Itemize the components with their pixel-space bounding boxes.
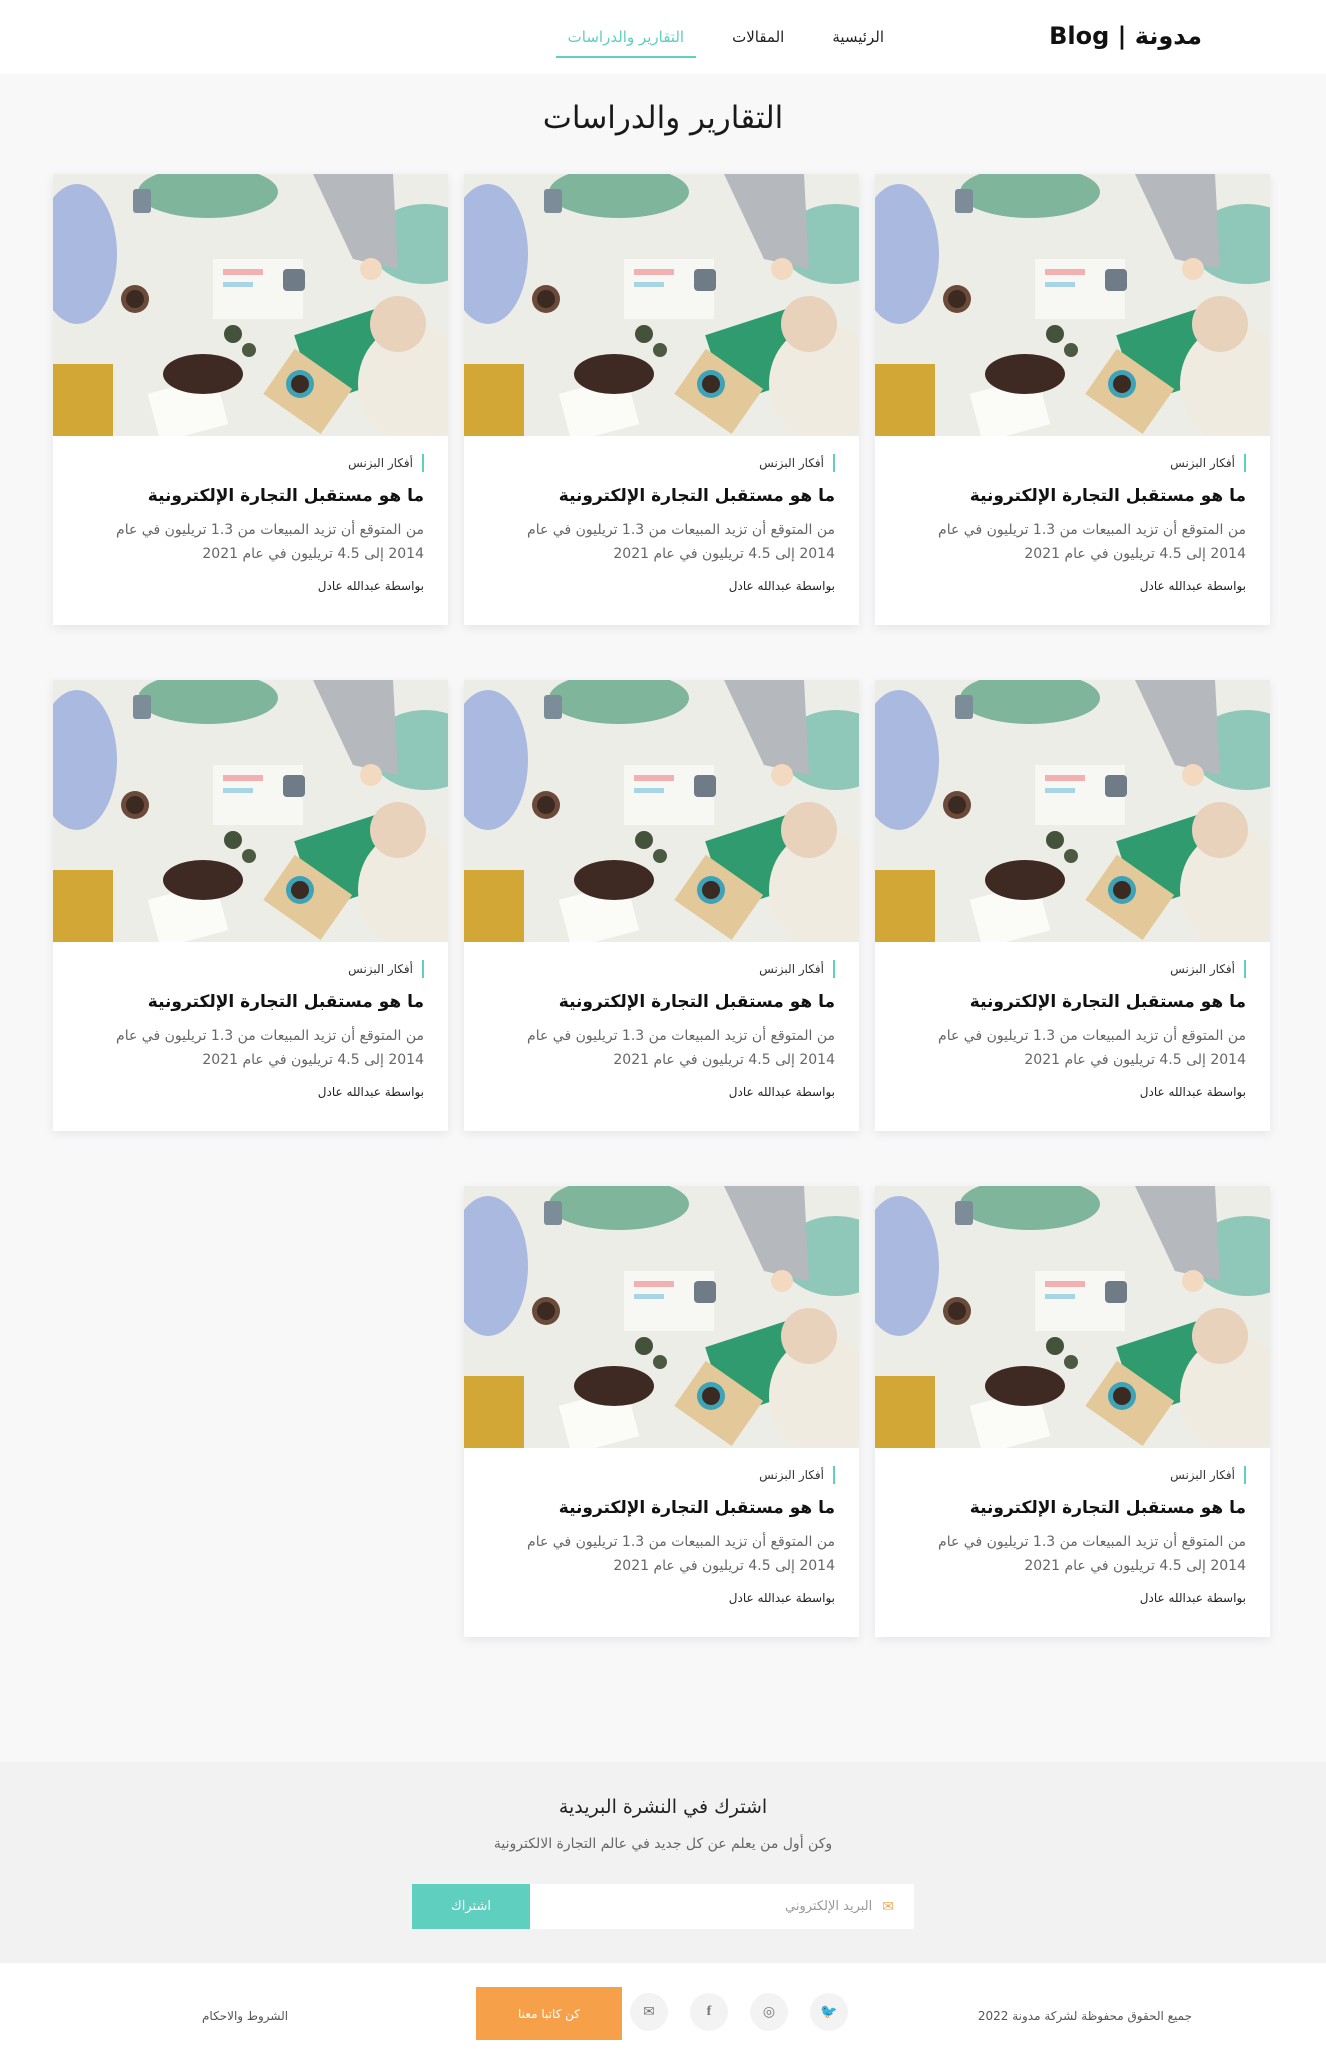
- article-card[interactable]: أفكار البزنس ما هو مستقبل التجارة الإلكت…: [464, 680, 859, 1131]
- article-title[interactable]: ما هو مستقبل التجارة الإلكترونية: [488, 992, 835, 1012]
- article-excerpt: من المتوقع أن تزيد المبيعات من 1.3 تريلي…: [116, 522, 424, 562]
- article-image: [464, 174, 859, 436]
- newsletter-form: اشتراك ✉ البريد الإلكتروني: [412, 1884, 914, 1929]
- article-card[interactable]: أفكار البزنس ما هو مستقبل التجارة الإلكت…: [875, 1186, 1270, 1637]
- facebook-icon[interactable]: f: [690, 1993, 728, 2031]
- social-links: ✉ f ◎ 🐦: [630, 1993, 848, 2031]
- article-excerpt: من المتوقع أن تزيد المبيعات من 1.3 تريلي…: [938, 522, 1246, 562]
- article-card[interactable]: أفكار البزنس ما هو مستقبل التجارة الإلكت…: [464, 174, 859, 625]
- article-category[interactable]: أفكار البزنس: [348, 960, 424, 978]
- article-image: [464, 1186, 859, 1448]
- article-card[interactable]: أفكار البزنس ما هو مستقبل التجارة الإلكت…: [464, 1186, 859, 1637]
- twitter-icon[interactable]: 🐦: [810, 1993, 848, 2031]
- article-title[interactable]: ما هو مستقبل التجارة الإلكترونية: [488, 1498, 835, 1518]
- copyright-text: جميع الحقوق محفوظة لشركة مدونة 2022: [977, 2009, 1192, 2023]
- mail-icon: ✉: [882, 1898, 894, 1915]
- email-input[interactable]: ✉ البريد الإلكتروني: [530, 1884, 914, 1929]
- article-image: [53, 680, 448, 942]
- instagram-icon[interactable]: ◎: [750, 1993, 788, 2031]
- article-title[interactable]: ما هو مستقبل التجارة الإلكترونية: [899, 992, 1246, 1012]
- terms-link[interactable]: الشروط والاحكام: [202, 2009, 288, 2023]
- article-card[interactable]: أفكار البزنس ما هو مستقبل التجارة الإلكت…: [53, 174, 448, 625]
- article-image: [875, 680, 1270, 942]
- article-image: [875, 174, 1270, 436]
- article-excerpt: من المتوقع أن تزيد المبيعات من 1.3 تريلي…: [938, 1534, 1246, 1574]
- article-category[interactable]: أفكار البزنس: [759, 1466, 835, 1484]
- article-excerpt: من المتوقع أن تزيد المبيعات من 1.3 تريلي…: [116, 1028, 424, 1068]
- article-category[interactable]: أفكار البزنس: [1170, 454, 1246, 472]
- article-category[interactable]: أفكار البزنس: [1170, 1466, 1246, 1484]
- newsletter-subtitle: وكن أول من يعلم عن كل جديد في عالم التجا…: [493, 1836, 833, 1852]
- article-card[interactable]: أفكار البزنس ما هو مستقبل التجارة الإلكت…: [53, 680, 448, 1131]
- article-excerpt: من المتوقع أن تزيد المبيعات من 1.3 تريلي…: [527, 1534, 835, 1574]
- article-card[interactable]: أفكار البزنس ما هو مستقبل التجارة الإلكت…: [875, 174, 1270, 625]
- write-with-us-button[interactable]: كن كاتبا معنا: [476, 1987, 622, 2040]
- article-author: بواسطة عبدالله عادل: [1139, 1085, 1246, 1099]
- article-title[interactable]: ما هو مستقبل التجارة الإلكترونية: [77, 486, 424, 506]
- article-category[interactable]: أفكار البزنس: [759, 454, 835, 472]
- article-image: [875, 1186, 1270, 1448]
- email-placeholder: البريد الإلكتروني: [785, 1899, 873, 1914]
- newsletter-title: اشترك في النشرة البريدية: [558, 1796, 768, 1818]
- article-image: [53, 174, 448, 436]
- article-category[interactable]: أفكار البزنس: [759, 960, 835, 978]
- nav-item-home[interactable]: الرئيسية: [808, 0, 908, 74]
- article-author: بواسطة عبدالله عادل: [1139, 1591, 1246, 1605]
- subscribe-button[interactable]: اشتراك: [412, 1884, 530, 1929]
- email-icon[interactable]: ✉: [630, 1993, 668, 2031]
- nav-item-reports[interactable]: التقارير والدراسات: [544, 0, 708, 74]
- main-nav: الرئيسية المقالات التقارير والدراسات: [544, 0, 908, 74]
- article-author: بواسطة عبدالله عادل: [317, 1085, 424, 1099]
- nav-item-articles[interactable]: المقالات: [708, 0, 808, 74]
- site-header: مدونة | Blog الرئيسية المقالات التقارير …: [0, 0, 1326, 74]
- cards-grid: أفكار البزنس ما هو مستقبل التجارة الإلكت…: [0, 174, 1326, 1734]
- newsletter-section: اشترك في النشرة البريدية وكن أول من يعلم…: [0, 1762, 1326, 1963]
- article-author: بواسطة عبدالله عادل: [1139, 579, 1246, 593]
- site-footer: جميع الحقوق محفوظة لشركة مدونة 2022 ✉ f …: [0, 1963, 1326, 2059]
- article-category[interactable]: أفكار البزنس: [1170, 960, 1246, 978]
- article-excerpt: من المتوقع أن تزيد المبيعات من 1.3 تريلي…: [527, 1028, 835, 1068]
- article-title[interactable]: ما هو مستقبل التجارة الإلكترونية: [488, 486, 835, 506]
- site-logo[interactable]: مدونة | Blog: [1049, 22, 1202, 50]
- article-author: بواسطة عبدالله عادل: [728, 1085, 835, 1099]
- article-author: بواسطة عبدالله عادل: [728, 1591, 835, 1605]
- article-title[interactable]: ما هو مستقبل التجارة الإلكترونية: [899, 486, 1246, 506]
- page-title: التقارير والدراسات: [542, 100, 784, 136]
- article-image: [464, 680, 859, 942]
- article-excerpt: من المتوقع أن تزيد المبيعات من 1.3 تريلي…: [527, 522, 835, 562]
- article-title[interactable]: ما هو مستقبل التجارة الإلكترونية: [77, 992, 424, 1012]
- article-excerpt: من المتوقع أن تزيد المبيعات من 1.3 تريلي…: [938, 1028, 1246, 1068]
- article-author: بواسطة عبدالله عادل: [728, 579, 835, 593]
- article-card[interactable]: أفكار البزنس ما هو مستقبل التجارة الإلكت…: [875, 680, 1270, 1131]
- article-title[interactable]: ما هو مستقبل التجارة الإلكترونية: [899, 1498, 1246, 1518]
- article-author: بواسطة عبدالله عادل: [317, 579, 424, 593]
- article-category[interactable]: أفكار البزنس: [348, 454, 424, 472]
